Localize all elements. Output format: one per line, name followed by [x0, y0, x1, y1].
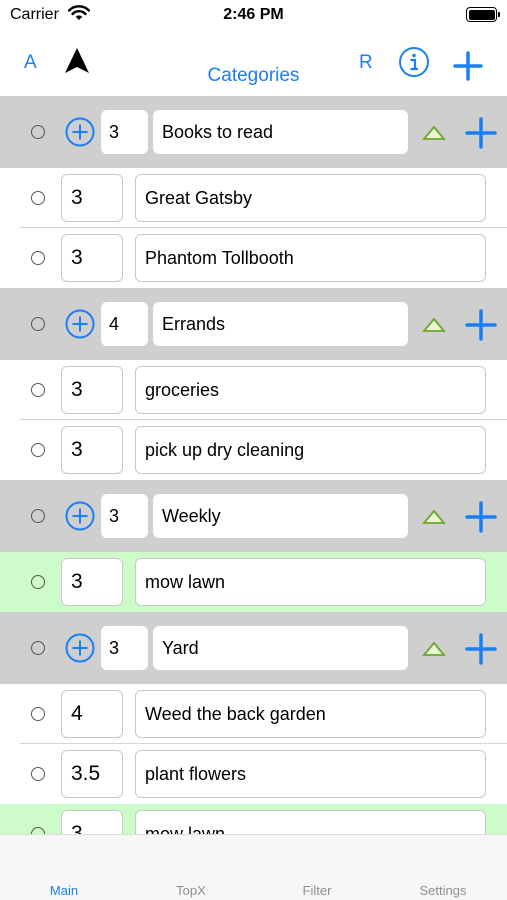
battery-icon [466, 7, 500, 22]
category-name-field[interactable]: Books to read [153, 110, 408, 154]
tab-settings[interactable]: Settings [393, 883, 493, 898]
add-icon[interactable] [465, 117, 497, 154]
list-item[interactable]: 3 pick up dry cleaning [0, 420, 507, 480]
category-header: 3 Weekly [0, 480, 507, 552]
tab-bar: Main TopX Filter Settings [0, 834, 507, 900]
list-item[interactable]: 3.5 plant flowers [0, 744, 507, 804]
item-radio-button[interactable] [31, 443, 45, 457]
item-name-field[interactable]: plant flowers [135, 750, 486, 798]
item-count-field[interactable]: 3 [61, 810, 123, 834]
category-name-field[interactable]: Yard [153, 626, 408, 670]
item-count-field[interactable]: 3 [61, 234, 123, 282]
item-radio-button[interactable] [31, 827, 45, 834]
add-icon[interactable] [465, 309, 497, 346]
reset-button[interactable]: R [359, 52, 373, 74]
item-count-field[interactable]: 3 [61, 558, 123, 606]
category-name-field[interactable]: Errands [153, 302, 408, 346]
add-category-icon[interactable] [453, 51, 483, 86]
collapse-triangle-icon[interactable] [422, 641, 446, 662]
item-count-field[interactable]: 3 [61, 426, 123, 474]
category-header: 3 Yard [0, 612, 507, 684]
add-item-circle-icon[interactable] [65, 309, 95, 344]
list-item[interactable]: 3 Great Gatsby [0, 168, 507, 228]
item-radio-button[interactable] [31, 707, 45, 721]
item-radio-button[interactable] [31, 383, 45, 397]
category-radio-button[interactable] [31, 125, 45, 139]
page-title[interactable]: Categories [0, 65, 507, 87]
item-count-field[interactable]: 3 [61, 366, 123, 414]
category-count-field[interactable]: 4 [101, 302, 148, 346]
info-icon[interactable] [398, 46, 430, 83]
list-item[interactable]: 3 mow lawn [0, 552, 507, 612]
add-icon[interactable] [465, 501, 497, 538]
collapse-triangle-icon[interactable] [422, 125, 446, 146]
list-item[interactable]: 3 mow lawn [0, 804, 507, 834]
list-item[interactable]: 3 groceries [0, 360, 507, 420]
category-count-field[interactable]: 3 [101, 626, 148, 670]
item-radio-button[interactable] [31, 251, 45, 265]
tab-filter[interactable]: Filter [267, 883, 367, 898]
item-radio-button[interactable] [31, 575, 45, 589]
category-count-field[interactable]: 3 [101, 110, 148, 154]
item-radio-button[interactable] [31, 191, 45, 205]
add-item-circle-icon[interactable] [65, 633, 95, 668]
add-item-circle-icon[interactable] [65, 117, 95, 152]
item-name-field[interactable]: Weed the back garden [135, 690, 486, 738]
add-icon[interactable] [465, 633, 497, 670]
category-header: 4 Errands [0, 288, 507, 360]
category-list[interactable]: 3 Books to read 3 Great Gatsby 3 Phantom… [0, 96, 507, 834]
category-count-field[interactable]: 3 [101, 494, 148, 538]
clock: 2:46 PM [223, 6, 284, 23]
item-count-field[interactable]: 4 [61, 690, 123, 738]
collapse-triangle-icon[interactable] [422, 317, 446, 338]
navigation-bar: A Categories R [0, 32, 507, 96]
item-count-field[interactable]: 3.5 [61, 750, 123, 798]
item-count-field[interactable]: 3 [61, 174, 123, 222]
item-name-field[interactable]: mow lawn [135, 558, 486, 606]
collapse-triangle-icon[interactable] [422, 509, 446, 530]
item-name-field[interactable]: Phantom Tollbooth [135, 234, 486, 282]
status-bar: Carrier 2:46 PM [0, 0, 507, 32]
tab-topx[interactable]: TopX [141, 883, 241, 898]
category-radio-button[interactable] [31, 641, 45, 655]
add-item-circle-icon[interactable] [65, 501, 95, 536]
category-name-field[interactable]: Weekly [153, 494, 408, 538]
category-radio-button[interactable] [31, 317, 45, 331]
category-radio-button[interactable] [31, 509, 45, 523]
tab-main[interactable]: Main [14, 883, 114, 898]
category-header: 3 Books to read [0, 96, 507, 168]
list-item[interactable]: 4 Weed the back garden [0, 684, 507, 744]
item-radio-button[interactable] [31, 767, 45, 781]
item-name-field[interactable]: Great Gatsby [135, 174, 486, 222]
item-name-field[interactable]: pick up dry cleaning [135, 426, 486, 474]
list-item[interactable]: 3 Phantom Tollbooth [0, 228, 507, 288]
item-name-field[interactable]: mow lawn [135, 810, 486, 834]
item-name-field[interactable]: groceries [135, 366, 486, 414]
